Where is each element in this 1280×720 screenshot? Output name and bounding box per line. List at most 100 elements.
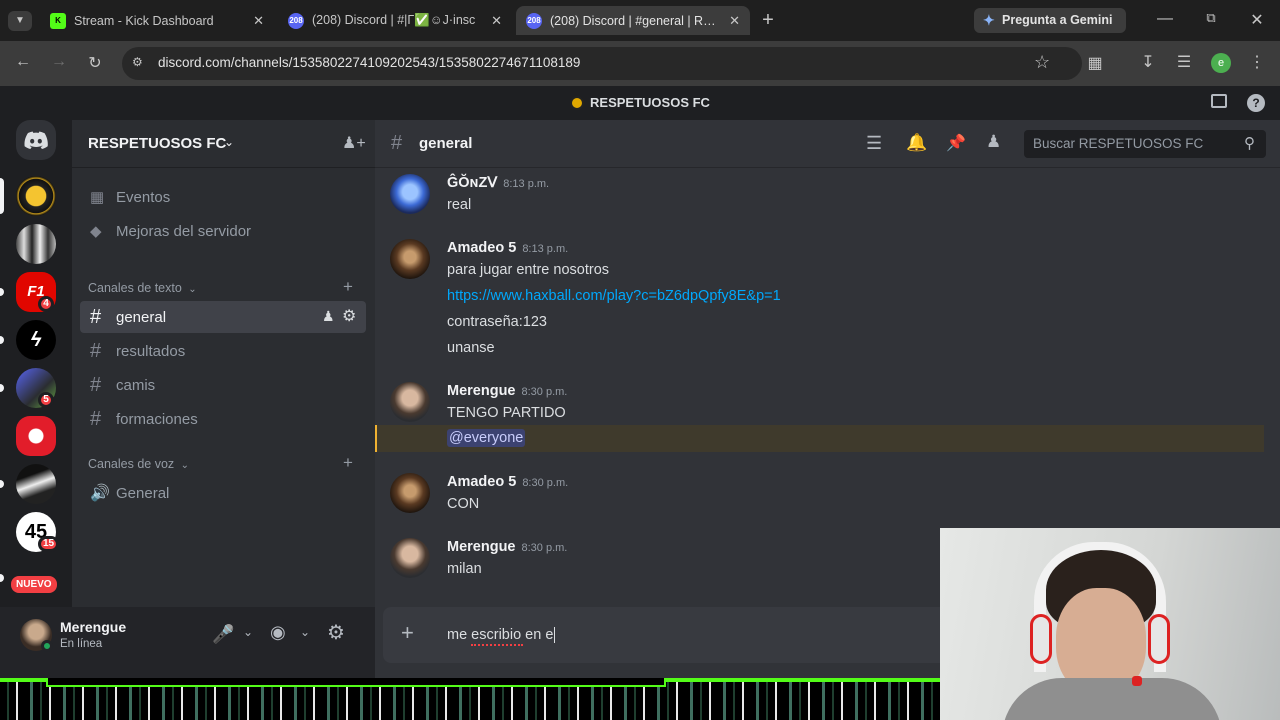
new-tab-button[interactable]: + bbox=[756, 9, 780, 32]
message-author[interactable]: ĜŎɴΖᐯ 8:13 p.m. bbox=[447, 175, 549, 191]
close-tab-icon[interactable]: ✕ bbox=[729, 13, 740, 29]
user-status: En línea bbox=[60, 638, 103, 650]
discord-title-bar: RESPETUOSOS FC ? bbox=[0, 86, 1280, 120]
discord-home-icon[interactable] bbox=[16, 120, 56, 160]
tab-discord-general[interactable]: 208 (208) Discord | #general | RESPE ✕ bbox=[516, 6, 750, 35]
downloads-icon[interactable]: ↧ bbox=[1136, 52, 1160, 72]
tab-discord-insc[interactable]: 208 (208) Discord | #|Γ✅☺J·insc ✕ bbox=[278, 6, 512, 35]
headphone-ear-right bbox=[1148, 614, 1170, 664]
sidebar-item-mejoras[interactable]: ◆ Mejoras del servidor bbox=[80, 215, 366, 247]
server-header[interactable]: RESPETUOSOS FC ⌄ ♟+ bbox=[72, 120, 375, 168]
message-text: CON bbox=[447, 496, 480, 512]
server-benfica-icon[interactable] bbox=[16, 416, 56, 456]
avatar[interactable] bbox=[390, 473, 430, 513]
user-name: Merengue bbox=[60, 619, 127, 635]
search-placeholder: Buscar RESPETUOSOS FC bbox=[1033, 136, 1204, 151]
threads-icon[interactable]: ☰ bbox=[866, 133, 882, 154]
invite-to-channel-icon[interactable]: ♟ bbox=[322, 308, 335, 325]
category-text-channels[interactable]: Canales de texto ⌄ bbox=[88, 281, 197, 295]
close-tab-icon[interactable]: ✕ bbox=[491, 13, 502, 29]
search-input[interactable]: Buscar RESPETUOSOS FC ⚲ bbox=[1024, 130, 1266, 158]
minimize-button[interactable]: — bbox=[1153, 10, 1177, 28]
server-group-photo-icon[interactable] bbox=[16, 224, 56, 264]
member-list-icon[interactable]: ♟ bbox=[986, 132, 1001, 152]
calendar-icon: ▦ bbox=[90, 189, 105, 206]
tab-search-icon[interactable]: ▼ bbox=[8, 11, 32, 31]
online-status-dot bbox=[41, 640, 53, 652]
message: Merengue 8:30 p.m. TENGO PARTIDO @everyon… bbox=[390, 380, 1260, 452]
message-composer[interactable]: + me escribio en e bbox=[383, 607, 953, 663]
message-author[interactable]: Amadeo 5 8:30 p.m. bbox=[447, 474, 568, 490]
message-text: contraseña:123 bbox=[447, 314, 547, 330]
attach-plus-icon[interactable]: + bbox=[401, 620, 414, 646]
message: Amadeo 5 8:13 p.m. para jugar entre nosot… bbox=[390, 237, 1260, 367]
channel-resultados[interactable]: # resultados bbox=[80, 335, 366, 367]
server-logo-icon[interactable]: ϟ bbox=[16, 320, 56, 360]
help-icon[interactable]: ? bbox=[1247, 94, 1265, 112]
title-server-name: RESPETUOSOS FC bbox=[590, 95, 710, 110]
invite-people-icon[interactable]: ♟+ bbox=[342, 133, 366, 153]
close-window-button[interactable]: ✕ bbox=[1245, 10, 1269, 30]
channel-settings-icon[interactable]: ⚙ bbox=[342, 306, 356, 326]
message-author[interactable]: Merengue 8:30 p.m. bbox=[447, 383, 567, 399]
server-f1-car-icon[interactable] bbox=[16, 464, 56, 504]
voice-channel-general[interactable]: 🔊 General bbox=[80, 477, 366, 509]
headphones-icon[interactable]: ◉ bbox=[270, 622, 286, 643]
unread-pip bbox=[0, 384, 4, 392]
category-voice-channels[interactable]: Canales de voz ⌄ bbox=[88, 457, 189, 471]
forward-icon[interactable]: → bbox=[47, 53, 71, 71]
chevron-down-icon: ⌄ bbox=[188, 284, 197, 295]
back-icon[interactable]: ← bbox=[11, 53, 35, 71]
kick-logo-icon: K bbox=[50, 12, 66, 29]
mic-muted-icon[interactable]: 🎤 bbox=[212, 624, 234, 645]
message-author[interactable]: Amadeo 5 8:13 p.m. bbox=[447, 240, 568, 256]
avatar[interactable] bbox=[390, 174, 430, 214]
gemini-button[interactable]: ✦ Pregunta a Gemini bbox=[974, 8, 1126, 33]
reload-icon[interactable]: ↻ bbox=[83, 53, 107, 73]
message-link[interactable]: https://www.haxball.com/play?c=bZ6dpQpfy… bbox=[447, 288, 781, 304]
extensions-icon[interactable]: ▦ bbox=[1083, 53, 1107, 73]
mic-options-chevron-icon[interactable]: ⌄ bbox=[243, 625, 253, 639]
hash-icon: # bbox=[90, 407, 102, 430]
server-mention-badge: 15 bbox=[38, 536, 60, 552]
sidebar-item-eventos[interactable]: ▦ Eventos bbox=[80, 181, 366, 213]
gemini-icon: ✦ bbox=[983, 12, 995, 28]
channel-general[interactable]: # general ♟ ⚙ bbox=[80, 301, 366, 333]
message: Merengue 8:30 p.m. milan bbox=[390, 536, 930, 584]
restore-button[interactable]: ⧉ bbox=[1199, 10, 1223, 26]
site-info-icon[interactable]: ⚙ bbox=[132, 55, 143, 69]
everyone-mention[interactable]: @everyone bbox=[447, 429, 526, 447]
media-control-icon[interactable]: ☰ bbox=[1172, 52, 1196, 72]
chevron-down-icon: ⌄ bbox=[180, 460, 190, 471]
avatar[interactable] bbox=[390, 239, 430, 279]
avatar[interactable] bbox=[390, 538, 430, 578]
create-text-channel-icon[interactable]: + bbox=[343, 277, 353, 297]
audio-options-chevron-icon[interactable]: ⌄ bbox=[300, 625, 310, 639]
channel-header-name: general bbox=[419, 135, 473, 152]
bookmark-star-icon[interactable]: ☆ bbox=[1034, 52, 1050, 73]
unread-pip bbox=[0, 480, 4, 488]
discord-icon: 208 bbox=[526, 12, 542, 29]
create-voice-channel-icon[interactable]: + bbox=[343, 453, 353, 473]
notification-bell-icon[interactable]: 🔔 bbox=[906, 133, 927, 153]
unread-pip bbox=[0, 288, 4, 296]
pin-icon[interactable]: 📌 bbox=[946, 133, 966, 153]
close-tab-icon[interactable]: ✕ bbox=[253, 13, 264, 29]
channel-camis[interactable]: # camis bbox=[80, 369, 366, 401]
server-respetuosos-icon[interactable] bbox=[16, 176, 56, 216]
profile-avatar[interactable]: e bbox=[1211, 53, 1231, 73]
unread-pip bbox=[0, 574, 4, 582]
user-settings-icon[interactable]: ⚙ bbox=[327, 620, 345, 645]
browser-menu-icon[interactable]: ⋮ bbox=[1245, 52, 1269, 72]
hash-icon: # bbox=[90, 305, 102, 328]
avatar[interactable] bbox=[390, 382, 430, 422]
spellcheck-underline bbox=[471, 644, 523, 646]
message-author[interactable]: Merengue 8:30 p.m. bbox=[447, 539, 567, 555]
person-shirt bbox=[1002, 678, 1222, 720]
tab-kick[interactable]: K Stream - Kick Dashboard ✕ bbox=[40, 6, 274, 35]
boost-icon: ◆ bbox=[90, 223, 102, 240]
channel-formaciones[interactable]: # formaciones bbox=[80, 403, 366, 435]
inbox-icon[interactable] bbox=[1211, 94, 1227, 108]
address-bar[interactable]: ⚙ discord.com/channels/15358022741092025… bbox=[122, 47, 1082, 80]
message-text: milan bbox=[447, 561, 482, 577]
